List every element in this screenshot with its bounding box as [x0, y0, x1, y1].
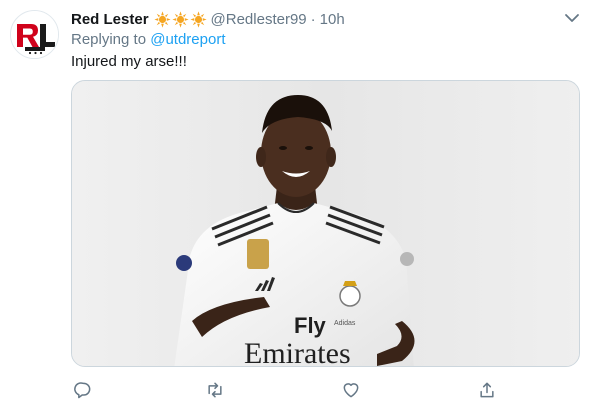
name-badges — [153, 10, 207, 28]
shirt-signature: Adidas — [334, 320, 356, 327]
share-button[interactable] — [475, 378, 499, 402]
sun-emoji-icon — [153, 10, 171, 28]
action-bar — [71, 378, 511, 402]
retweet-button[interactable] — [203, 378, 227, 402]
like-button[interactable] — [339, 378, 363, 402]
timestamp[interactable]: 10h — [320, 11, 345, 28]
sun-emoji-icon — [171, 10, 189, 28]
player-photo: Fly Emirates Adidas — [72, 81, 579, 367]
replying-to: Replying to @utdreport — [71, 31, 225, 48]
reply-icon — [74, 382, 91, 399]
sponsor-line1: Fly — [294, 313, 327, 338]
tweet-text: Injured my arse!!! — [71, 53, 187, 70]
chevron-down-icon[interactable] — [564, 11, 580, 25]
retweet-icon — [208, 382, 222, 398]
avatar[interactable] — [10, 10, 59, 59]
replying-prefix: Replying to — [71, 31, 147, 48]
share-icon — [480, 382, 494, 398]
user-handle[interactable]: @Redlester99 — [211, 11, 307, 28]
like-icon — [343, 383, 359, 398]
sponsor-line2: Emirates — [244, 337, 351, 367]
reply-button[interactable] — [71, 378, 95, 402]
avatar-logo — [11, 11, 58, 58]
separator-dot: · — [310, 10, 316, 28]
tweet[interactable]: Red Lester @Redlester99 · 10h Replying t… — [0, 0, 593, 410]
tweet-media[interactable]: Fly Emirates Adidas — [71, 80, 580, 367]
tweet-header: Red Lester @Redlester99 · 10h — [71, 8, 345, 30]
mention-link[interactable]: @utdreport — [150, 31, 225, 48]
display-name[interactable]: Red Lester — [71, 11, 149, 28]
sun-emoji-icon — [189, 10, 207, 28]
